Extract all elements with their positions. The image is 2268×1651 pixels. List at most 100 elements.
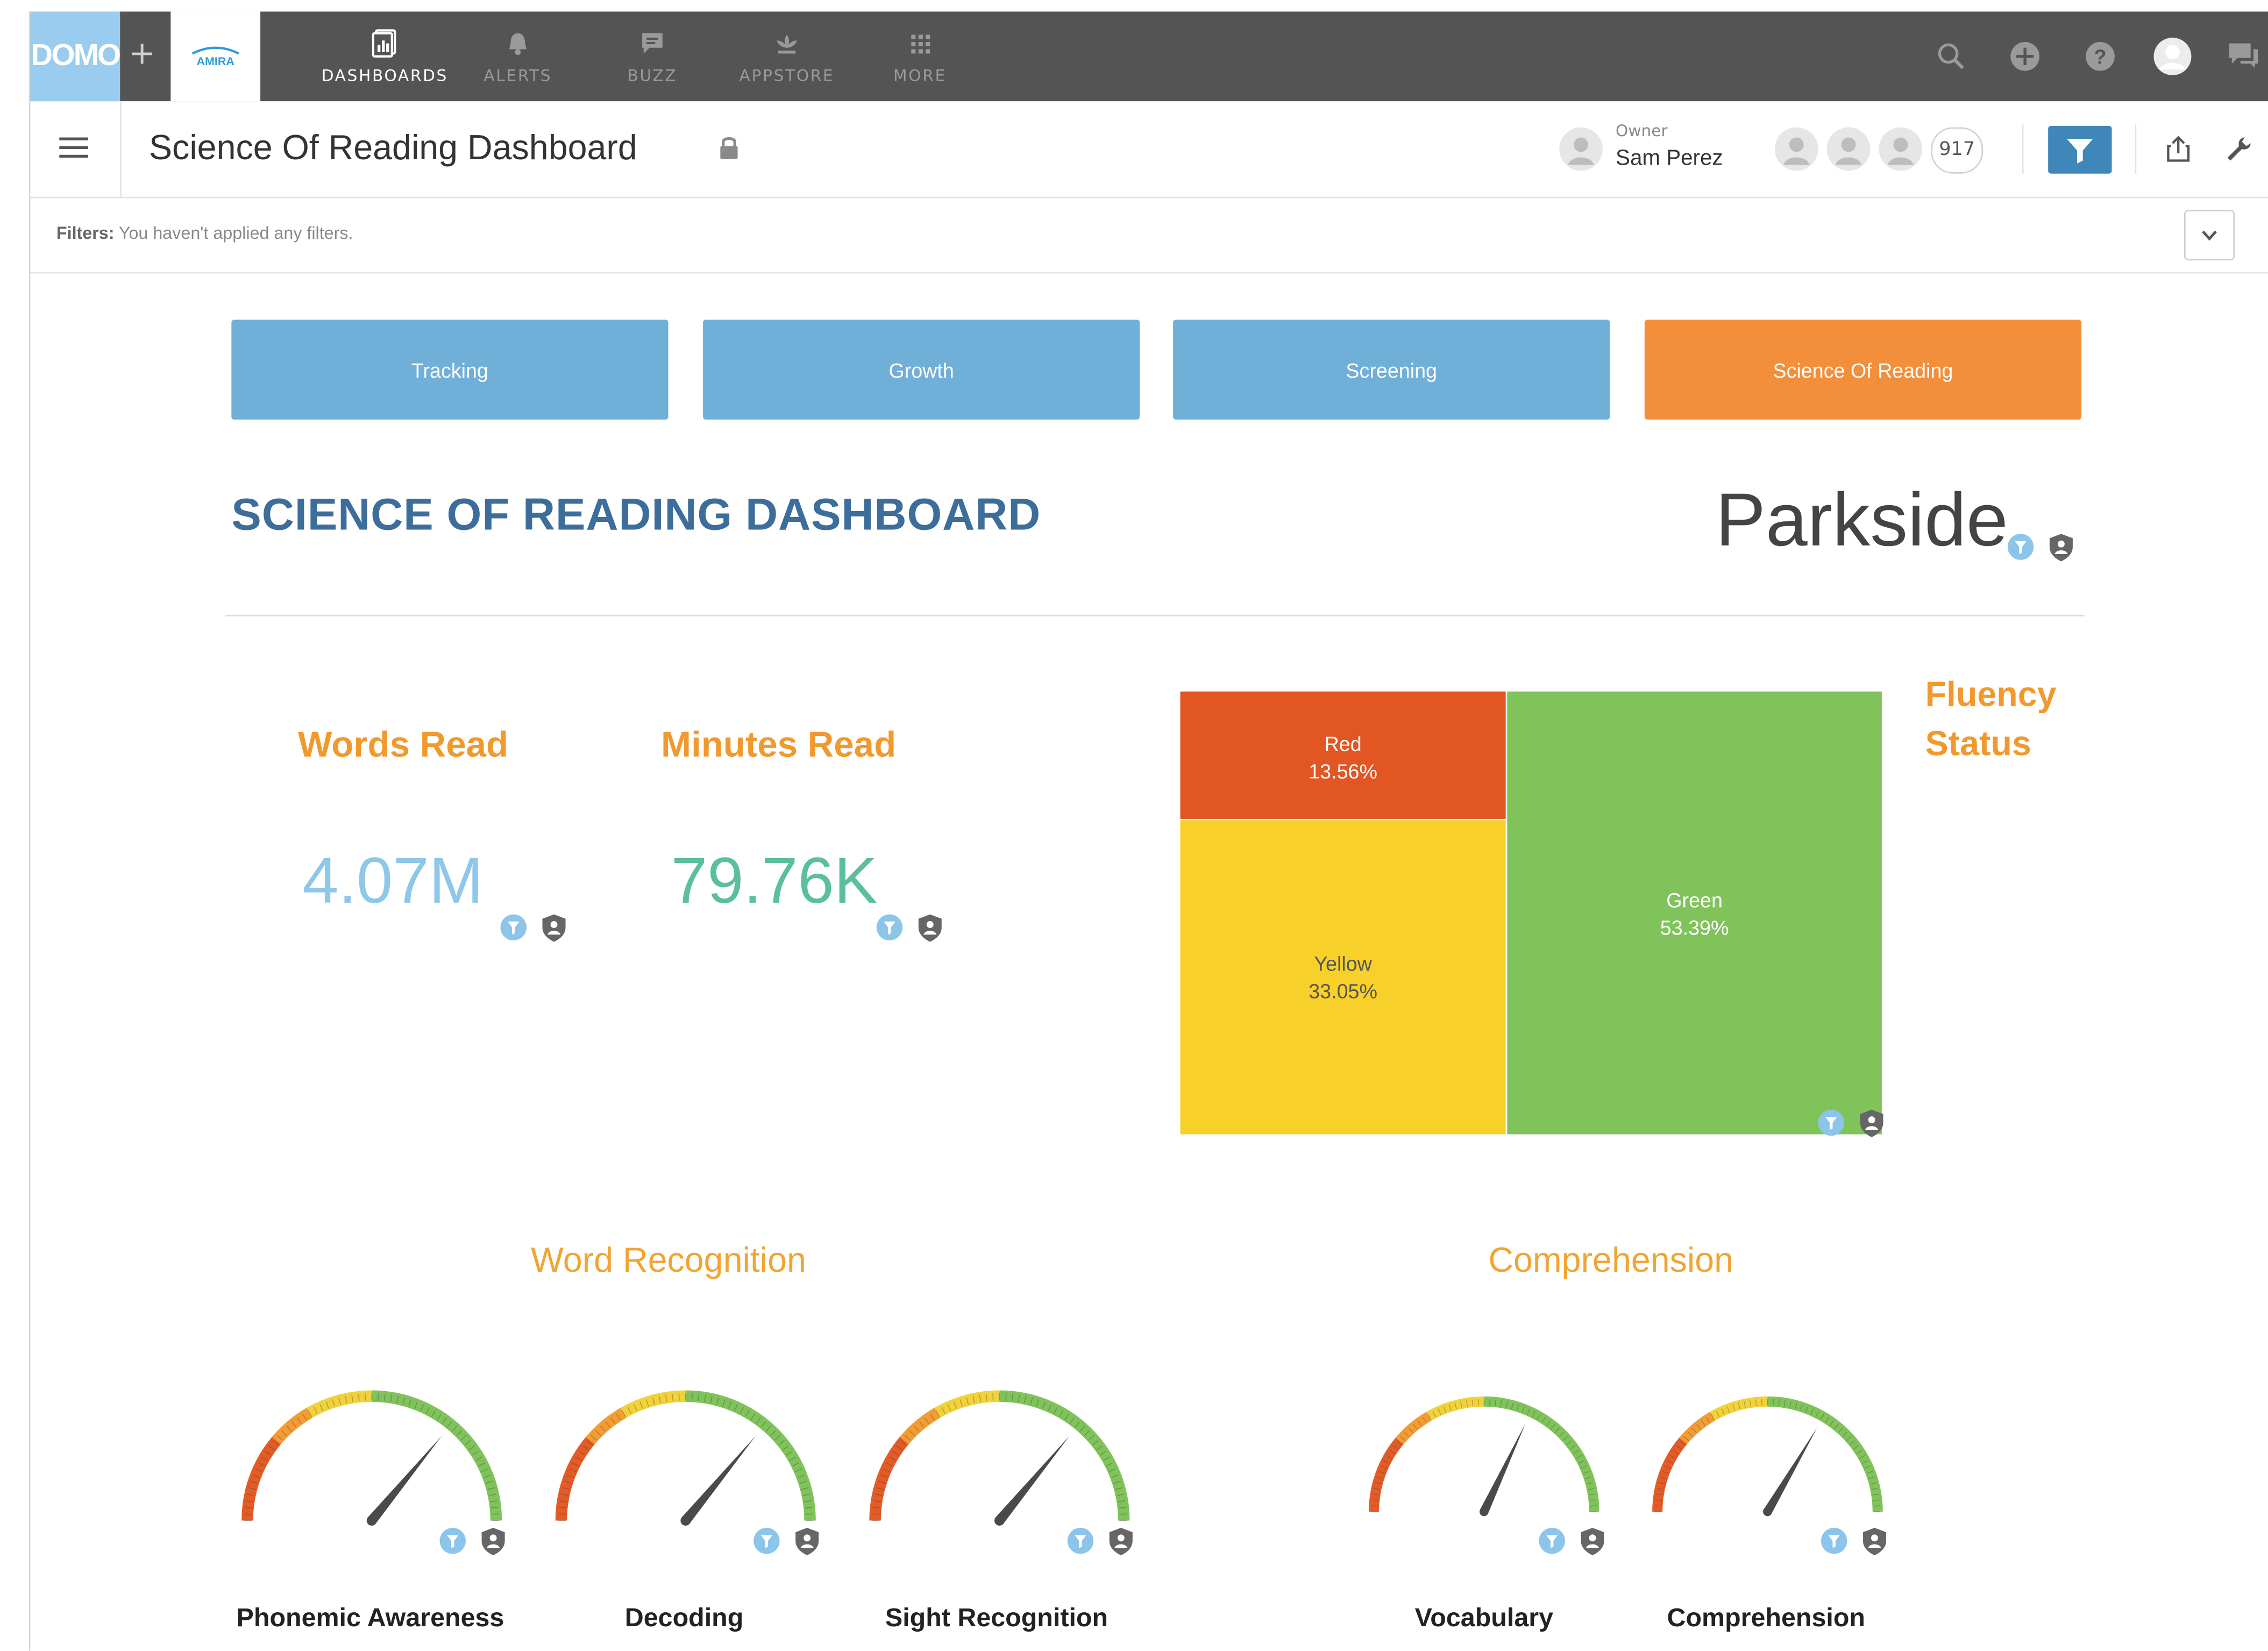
page-title: Science Of Reading Dashboard — [149, 129, 637, 168]
certified-shield-icon[interactable] — [918, 914, 942, 942]
viewer-avatar[interactable] — [1879, 127, 1923, 171]
nav-appstore[interactable]: APPSTORE — [722, 29, 852, 86]
treemap-label: Red — [1324, 732, 1362, 755]
owner-name[interactable]: Sam Perez — [1616, 146, 1723, 171]
amira-logo[interactable]: AMIRA — [170, 11, 261, 102]
filter-expand-button[interactable] — [2184, 209, 2235, 261]
filter-text: You haven't applied any filters. — [118, 223, 353, 243]
fluency-treemap[interactable]: Red 13.56% Yellow 33.05% Green 53.39% — [1180, 691, 1882, 1135]
gauge-sight-recognition[interactable] — [861, 1383, 1138, 1528]
divider — [225, 614, 2085, 617]
tab-tracking[interactable]: Tracking — [231, 320, 669, 420]
gauge-tick — [364, 1393, 366, 1401]
treemap-value: 53.39% — [1660, 916, 1729, 939]
tab-science-of-reading[interactable]: Science Of Reading — [1644, 320, 2082, 420]
fluency-title-line: Fluency — [1925, 675, 2057, 715]
nav-more[interactable]: MORE — [855, 29, 985, 86]
filter-badge-icon[interactable] — [876, 914, 903, 941]
nav-alerts[interactable]: ALERTS — [453, 29, 583, 86]
filter-badge-icon[interactable] — [1067, 1528, 1094, 1554]
gauge-tick — [378, 1393, 379, 1401]
certified-shield-icon[interactable] — [2049, 534, 2073, 562]
treemap-cell-yellow[interactable]: Yellow 33.05% — [1180, 820, 1506, 1135]
gauge-comprehension[interactable] — [1645, 1389, 1890, 1519]
gauge-tick — [1773, 1399, 1774, 1406]
gauge-decoding[interactable] — [547, 1383, 824, 1528]
certified-shield-icon[interactable] — [1860, 1109, 1883, 1137]
certified-shield-icon[interactable] — [1581, 1528, 1604, 1556]
owner-avatar[interactable] — [1559, 127, 1603, 171]
word-recognition-title: Word Recognition — [531, 1241, 806, 1281]
nav-alerts-label: ALERTS — [484, 66, 552, 86]
certified-shield-icon[interactable] — [1109, 1528, 1133, 1556]
filter-badge-icon[interactable] — [1539, 1528, 1565, 1554]
gauge-band — [1652, 1437, 1687, 1512]
filter-badge-icon[interactable] — [2007, 534, 2034, 560]
gauge-hub — [1479, 1507, 1489, 1517]
nav-dashboards[interactable]: DASHBOARDS — [319, 29, 450, 86]
words-read-value[interactable]: 4.07M — [302, 844, 483, 919]
gauge-label: Phonemic Awareness — [236, 1603, 504, 1632]
nav-appstore-label: APPSTORE — [739, 66, 835, 86]
tab-screening[interactable]: Screening — [1173, 320, 1610, 420]
gauge-band — [1484, 1396, 1599, 1512]
owner-label: Owner — [1616, 121, 1668, 140]
avatar-icon — [1783, 137, 1810, 165]
filter-badge-icon[interactable] — [500, 914, 527, 941]
treemap-label: Yellow — [1314, 952, 1372, 975]
filter-badge-icon[interactable] — [753, 1528, 780, 1554]
wrench-icon[interactable] — [2224, 134, 2253, 164]
menu-icon[interactable] — [59, 137, 89, 163]
viewer-count-badge[interactable]: 917 — [1931, 127, 1983, 174]
card-badges — [499, 911, 571, 943]
viewer-avatar[interactable] — [1774, 127, 1818, 171]
filter-badge-icon[interactable] — [1818, 1109, 1844, 1136]
minutes-read-title: Minutes Read — [661, 725, 897, 766]
viewer-avatar[interactable] — [1826, 127, 1871, 171]
search-icon[interactable] — [1934, 39, 1969, 74]
plus-icon: + — [129, 36, 155, 73]
chat-icon — [642, 33, 663, 54]
minutes-read-value[interactable]: 79.76K — [671, 844, 878, 919]
card-badges — [2006, 531, 2078, 563]
help-icon[interactable]: ? — [2083, 39, 2118, 74]
gauge-needle — [1480, 1423, 1526, 1514]
avatar-icon — [1887, 137, 1914, 165]
profile-icon[interactable] — [2152, 36, 2193, 76]
add-icon[interactable] — [2008, 39, 2043, 74]
filter-badge-icon[interactable] — [439, 1528, 466, 1554]
lock-icon[interactable] — [719, 134, 740, 160]
messages-icon[interactable] — [2226, 39, 2261, 74]
certified-shield-icon[interactable] — [481, 1528, 505, 1556]
gauge-vocabulary[interactable] — [1361, 1389, 1607, 1519]
share-icon[interactable] — [2165, 134, 2191, 164]
divider — [120, 101, 122, 197]
divider — [2022, 124, 2024, 174]
gauge-phonemic-awareness[interactable] — [233, 1383, 510, 1528]
tab-growth[interactable]: Growth — [703, 320, 1140, 420]
divider — [2135, 124, 2137, 174]
gauge-label: Comprehension — [1667, 1603, 1865, 1632]
dashboard-heading: SCIENCE OF READING DASHBOARD — [231, 489, 1041, 540]
gauge-band — [1767, 1396, 1883, 1512]
filter-bar: Filters: You haven't applied any filters… — [30, 197, 2268, 274]
gauge-needle — [367, 1436, 442, 1524]
avatar-icon — [1835, 137, 1862, 165]
filter-badge-icon[interactable] — [1821, 1528, 1847, 1554]
certified-shield-icon[interactable] — [795, 1528, 819, 1556]
card-badges — [1819, 1525, 1892, 1557]
treemap-cell-green[interactable]: Green 53.39% — [1507, 691, 1882, 1135]
card-badges — [752, 1525, 824, 1557]
certified-shield-icon[interactable] — [1862, 1528, 1886, 1556]
gauge-label: Decoding — [624, 1603, 744, 1632]
filter-button[interactable] — [2048, 125, 2112, 174]
amira-logo-mark: AMIRA — [191, 46, 239, 68]
certified-shield-icon[interactable] — [542, 914, 566, 942]
card-badges — [875, 911, 947, 943]
nav-dashboards-label: DASHBOARDS — [321, 66, 449, 86]
gauge-band — [555, 1436, 595, 1521]
gauge-band — [1369, 1437, 1404, 1512]
domo-logo[interactable]: DOMO — [30, 11, 121, 102]
nav-buzz[interactable]: BUZZ — [587, 29, 717, 86]
treemap-cell-red[interactable]: Red 13.56% — [1180, 691, 1506, 819]
